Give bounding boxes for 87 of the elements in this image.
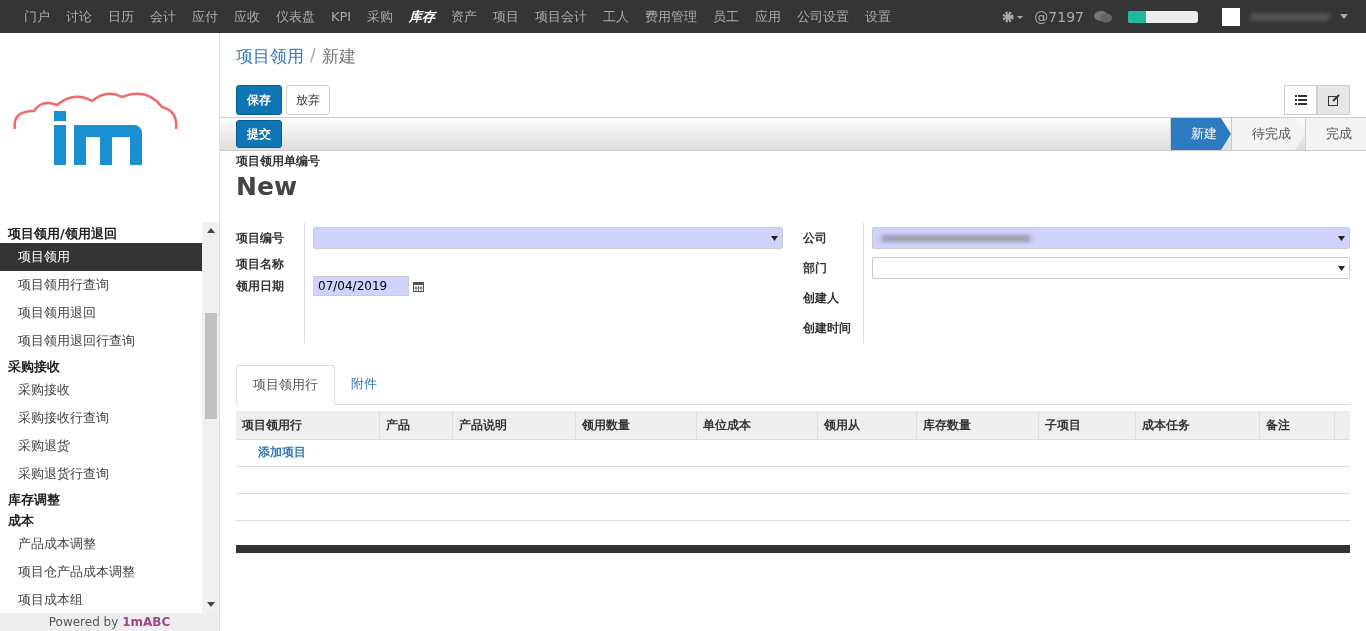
breadcrumb-separator: / bbox=[310, 45, 316, 67]
field-label: 创建人 bbox=[803, 290, 840, 307]
sidebar-item[interactable]: 产品成本调整 bbox=[0, 530, 202, 558]
record-number: New bbox=[236, 172, 298, 201]
discard-button[interactable]: 放弃 bbox=[286, 85, 330, 115]
dropdown-icon bbox=[771, 235, 778, 241]
column-header[interactable]: 单位成本 bbox=[697, 411, 818, 439]
column-header[interactable]: 项目领用行 bbox=[236, 411, 380, 439]
menu-item[interactable]: 应用 bbox=[747, 0, 790, 33]
menu-item[interactable]: 应收 bbox=[226, 0, 268, 33]
status-stage[interactable]: 完成 bbox=[1305, 118, 1366, 150]
list-icon bbox=[1294, 95, 1307, 105]
sidebar-item[interactable]: 项目领用 bbox=[0, 243, 202, 271]
menu-item[interactable]: 项目会计 bbox=[527, 0, 596, 33]
field-label: 部门 bbox=[803, 260, 828, 277]
menu-item[interactable]: 工人 bbox=[595, 0, 638, 33]
sidebar-item[interactable]: 项目仓产品成本调整 bbox=[0, 558, 202, 586]
edit-icon bbox=[1327, 94, 1340, 106]
field-label: 项目领用单编号 bbox=[236, 153, 321, 170]
scroll-up-icon[interactable] bbox=[206, 228, 215, 233]
column-header[interactable]: 子项目 bbox=[1039, 411, 1136, 439]
sidebar-item[interactable]: 采购接收行查询 bbox=[0, 404, 202, 432]
select-field[interactable] bbox=[872, 227, 1350, 249]
menu-section-title: 项目领用/领用退回 bbox=[6, 225, 118, 243]
menu-item[interactable]: 会计 bbox=[142, 0, 184, 33]
status-stage[interactable]: 待完成 bbox=[1231, 118, 1305, 150]
status-stage[interactable]: 新建 bbox=[1170, 118, 1231, 150]
column-header[interactable]: 领用数量 bbox=[576, 411, 697, 439]
sidebar-item[interactable]: 项目领用行查询 bbox=[0, 271, 202, 299]
field-label: 领用日期 bbox=[236, 278, 285, 295]
menu-item[interactable]: 库存 bbox=[401, 0, 444, 33]
date-field[interactable]: 07/04/2019 bbox=[313, 276, 409, 296]
menu-item[interactable]: 设置 bbox=[857, 0, 900, 33]
select-field[interactable] bbox=[872, 257, 1350, 279]
select-field[interactable] bbox=[313, 227, 783, 249]
caret-icon[interactable] bbox=[1340, 14, 1348, 19]
tab[interactable]: 附件 bbox=[335, 365, 393, 404]
menu-item[interactable]: 公司设置 bbox=[789, 0, 858, 33]
sidebar-item[interactable]: 项目领用退回行查询 bbox=[0, 327, 202, 355]
column-header[interactable]: 库存数量 bbox=[917, 411, 1039, 439]
scrollbar[interactable] bbox=[202, 222, 219, 613]
dropdown-icon bbox=[1338, 265, 1345, 271]
menu-item[interactable]: KPI bbox=[323, 0, 360, 33]
tab[interactable]: 项目领用行 bbox=[236, 365, 335, 405]
column-header[interactable]: 成本任务 bbox=[1136, 411, 1260, 439]
sidebar-item[interactable]: 采购退货行查询 bbox=[0, 460, 202, 488]
mention-count[interactable]: @7197 bbox=[1034, 8, 1084, 25]
column-header[interactable]: 备注 bbox=[1260, 411, 1335, 439]
list-view-button[interactable] bbox=[1284, 85, 1317, 115]
field-label: 项目编号 bbox=[236, 230, 285, 247]
menu-item[interactable]: 项目 bbox=[485, 0, 528, 33]
scroll-down-icon[interactable] bbox=[206, 602, 215, 607]
sidebar-item[interactable]: 项目成本组 bbox=[0, 586, 202, 613]
field-label: 项目名称 bbox=[236, 256, 285, 273]
menu-item[interactable]: 讨论 bbox=[58, 0, 100, 33]
scroll-thumb[interactable] bbox=[204, 313, 217, 419]
field-label: 公司 bbox=[803, 230, 828, 247]
dropdown-icon bbox=[1338, 235, 1345, 241]
menu-section-title: 成本 bbox=[7, 512, 35, 530]
sidebar-item[interactable]: 项目领用退回 bbox=[0, 299, 202, 327]
menu-item[interactable]: 费用管理 bbox=[637, 0, 706, 33]
menu-item[interactable]: 门户 bbox=[16, 0, 58, 33]
menu-item[interactable]: 员工 bbox=[705, 0, 748, 33]
breadcrumb-link[interactable]: 项目领用 bbox=[236, 45, 304, 73]
menu-item[interactable]: 日历 bbox=[100, 0, 142, 33]
settings-icon[interactable] bbox=[1002, 10, 1025, 23]
menu-item[interactable]: 仪表盘 bbox=[268, 0, 323, 33]
sidebar-item[interactable]: 采购接收 bbox=[0, 376, 202, 404]
avatar-icon[interactable] bbox=[1222, 7, 1240, 26]
calendar-icon[interactable] bbox=[413, 280, 424, 292]
add-item-link[interactable]: 添加项目 bbox=[236, 440, 1350, 464]
menu-item[interactable]: 资产 bbox=[443, 0, 486, 33]
submit-button[interactable]: 提交 bbox=[236, 120, 282, 148]
powered-by-text: Powered by 1mABC bbox=[0, 613, 219, 631]
column-header[interactable]: 产品说明 bbox=[453, 411, 576, 439]
sidebar-item[interactable]: 采购退货 bbox=[0, 432, 202, 460]
column-header[interactable]: 产品 bbox=[380, 411, 453, 439]
breadcrumb-current: 新建 bbox=[321, 45, 356, 68]
chat-icon[interactable] bbox=[1094, 9, 1112, 24]
menu-section-title: 库存调整 bbox=[7, 491, 61, 509]
menu-item[interactable]: 采购 bbox=[359, 0, 402, 33]
form-view-button[interactable] bbox=[1317, 85, 1350, 115]
field-label: 创建时间 bbox=[803, 320, 852, 337]
menu-item[interactable]: 应付 bbox=[184, 0, 226, 33]
column-header[interactable]: 领用从 bbox=[818, 411, 917, 439]
menu-section-title: 采购接收 bbox=[7, 358, 61, 376]
save-button[interactable]: 保存 bbox=[236, 85, 282, 115]
